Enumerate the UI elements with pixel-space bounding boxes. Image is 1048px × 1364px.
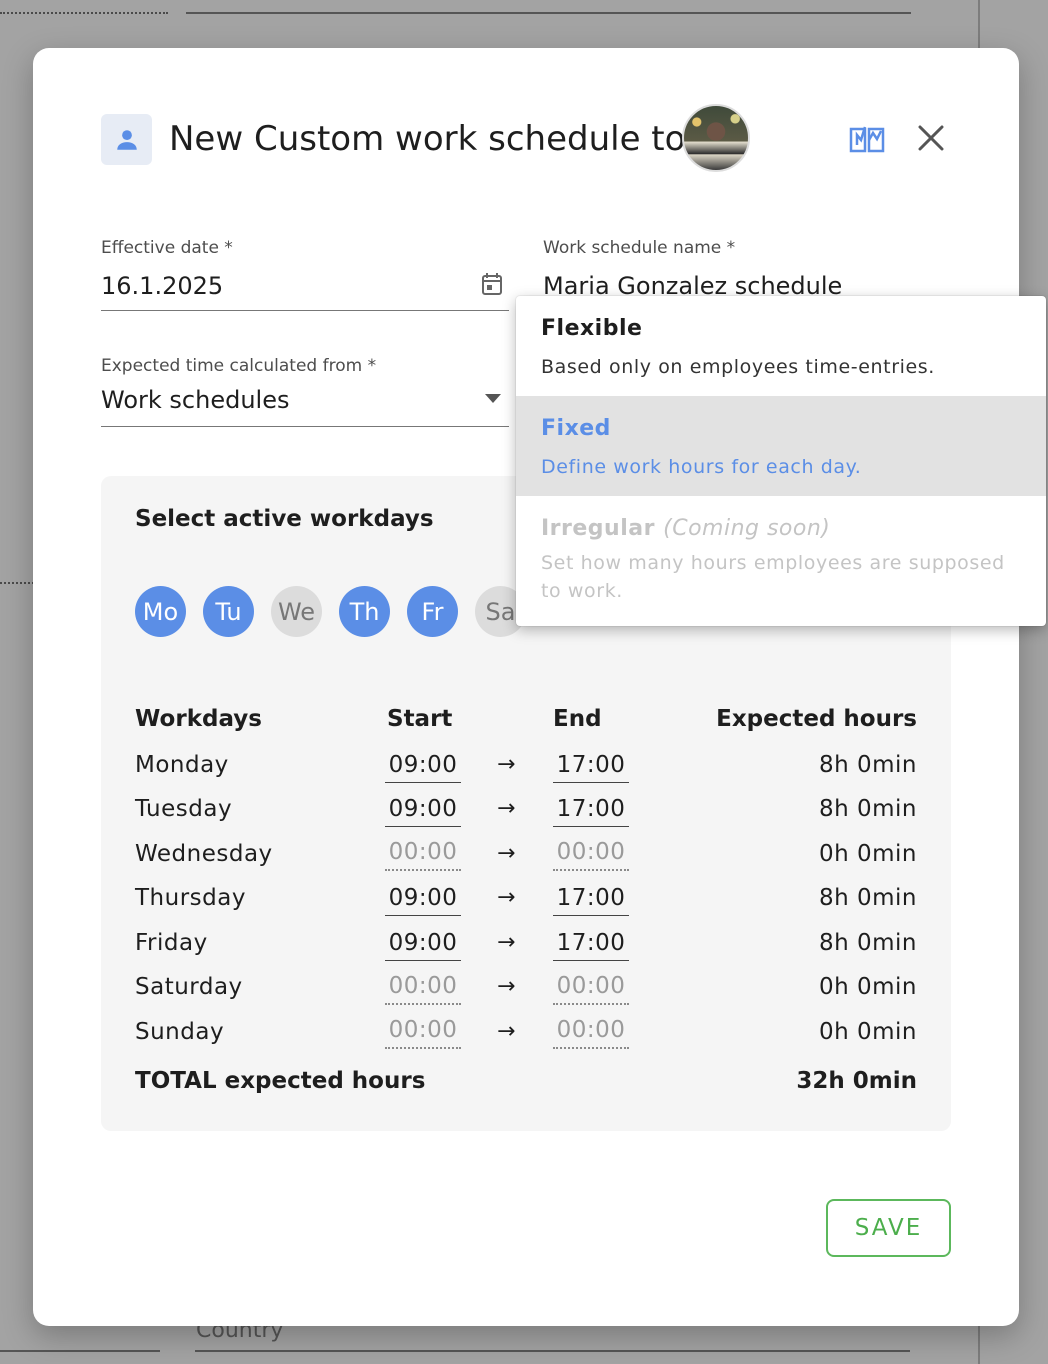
right-arrow-icon: →: [497, 974, 516, 999]
end-time-sunday[interactable]: 00:00: [553, 1017, 629, 1049]
start-time-saturday[interactable]: 00:00: [385, 973, 461, 1005]
row-day-monday: Monday: [135, 752, 229, 778]
expected-hours-tuesday: 8h 0min: [818, 796, 917, 822]
bg-divider: [0, 1350, 160, 1352]
day-chip-mo[interactable]: Mo: [135, 586, 186, 637]
column-header-start: Start: [387, 706, 453, 732]
end-time-saturday[interactable]: 00:00: [553, 973, 629, 1005]
column-header-workdays: Workdays: [135, 706, 262, 732]
column-header-expected-hours: Expected hours: [716, 706, 917, 732]
bg-divider: [195, 1350, 910, 1352]
start-time-thursday[interactable]: 09:00: [385, 885, 461, 916]
right-arrow-icon: →: [497, 885, 516, 910]
row-day-tuesday: Tuesday: [135, 796, 233, 822]
day-chip-fr[interactable]: Fr: [407, 586, 458, 637]
right-arrow-icon: →: [497, 752, 516, 777]
dropdown-arrow-icon[interactable]: [485, 394, 501, 403]
coming-soon-label: (Coming soon): [663, 516, 831, 541]
menu-item-description: Define work hours for each day.: [541, 456, 862, 478]
menu-item-flexible[interactable]: Flexible Based only on employees time-en…: [516, 296, 1046, 396]
row-day-friday: Friday: [135, 930, 208, 956]
row-day-wednesday: Wednesday: [135, 841, 273, 867]
right-arrow-icon: →: [497, 1019, 516, 1044]
start-time-monday[interactable]: 09:00: [385, 752, 461, 783]
schedule-type-menu: Flexible Based only on employees time-en…: [516, 296, 1046, 626]
user-avatar: [682, 104, 750, 172]
right-arrow-icon: →: [497, 841, 516, 866]
save-button[interactable]: SAVE: [826, 1199, 951, 1257]
schedule-name-label: Work schedule name *: [543, 238, 736, 258]
book-open-icon[interactable]: [847, 123, 887, 157]
bg-divider: [0, 12, 168, 14]
menu-item-fixed[interactable]: Fixed Define work hours for each day.: [516, 396, 1046, 496]
expected-hours-sunday: 0h 0min: [818, 1019, 917, 1045]
start-time-wednesday[interactable]: 00:00: [385, 839, 461, 871]
effective-date-input[interactable]: 16.1.2025: [101, 272, 223, 300]
menu-item-description: Set how many hours employees are suppose…: [541, 552, 1005, 602]
person-icon: [101, 114, 152, 165]
day-chip-we[interactable]: We: [271, 586, 322, 637]
expected-hours-friday: 8h 0min: [818, 930, 917, 956]
expected-hours-thursday: 8h 0min: [818, 885, 917, 911]
expected-from-underline: [101, 426, 509, 427]
end-time-friday[interactable]: 17:00: [553, 930, 629, 961]
work-schedule-modal: New Custom work schedule to Effective da…: [33, 48, 1019, 1326]
menu-item-irregular: Irregular (Coming soon) Set how many hou…: [516, 496, 1046, 626]
row-day-thursday: Thursday: [135, 885, 246, 911]
effective-date-underline: [101, 310, 509, 311]
end-time-wednesday[interactable]: 00:00: [553, 839, 629, 871]
menu-item-title: Flexible: [541, 316, 643, 341]
row-day-saturday: Saturday: [135, 974, 243, 1000]
effective-date-label: Effective date *: [101, 238, 233, 258]
close-icon[interactable]: [913, 120, 949, 156]
total-value: 32h 0min: [796, 1068, 917, 1094]
menu-item-title: Irregular: [541, 516, 655, 541]
expected-hours-monday: 8h 0min: [818, 752, 917, 778]
calendar-icon[interactable]: [481, 272, 503, 296]
expected-hours-wednesday: 0h 0min: [818, 841, 917, 867]
day-chip-tu[interactable]: Tu: [203, 586, 254, 637]
end-time-tuesday[interactable]: 17:00: [553, 796, 629, 827]
workdays-title: Select active workdays: [135, 506, 434, 532]
total-label: TOTAL expected hours: [135, 1068, 426, 1094]
column-header-end: End: [553, 706, 602, 732]
bg-divider: [0, 582, 34, 584]
bg-divider: [186, 12, 911, 14]
expected-from-select[interactable]: Work schedules: [101, 386, 289, 414]
start-time-friday[interactable]: 09:00: [385, 930, 461, 961]
start-time-tuesday[interactable]: 09:00: [385, 796, 461, 827]
start-time-sunday[interactable]: 00:00: [385, 1017, 461, 1049]
end-time-monday[interactable]: 17:00: [553, 752, 629, 783]
expected-hours-saturday: 0h 0min: [818, 974, 917, 1000]
day-chip-th[interactable]: Th: [339, 586, 390, 637]
expected-from-label: Expected time calculated from *: [101, 356, 377, 376]
menu-item-description: Based only on employees time-entries.: [541, 356, 935, 378]
menu-item-title: Fixed: [541, 416, 611, 441]
row-day-sunday: Sunday: [135, 1019, 225, 1045]
right-arrow-icon: →: [497, 930, 516, 955]
right-arrow-icon: →: [497, 796, 516, 821]
end-time-thursday[interactable]: 17:00: [553, 885, 629, 916]
menu-item-title-row: Irregular (Coming soon): [541, 516, 1046, 541]
modal-title: New Custom work schedule to: [169, 119, 686, 159]
